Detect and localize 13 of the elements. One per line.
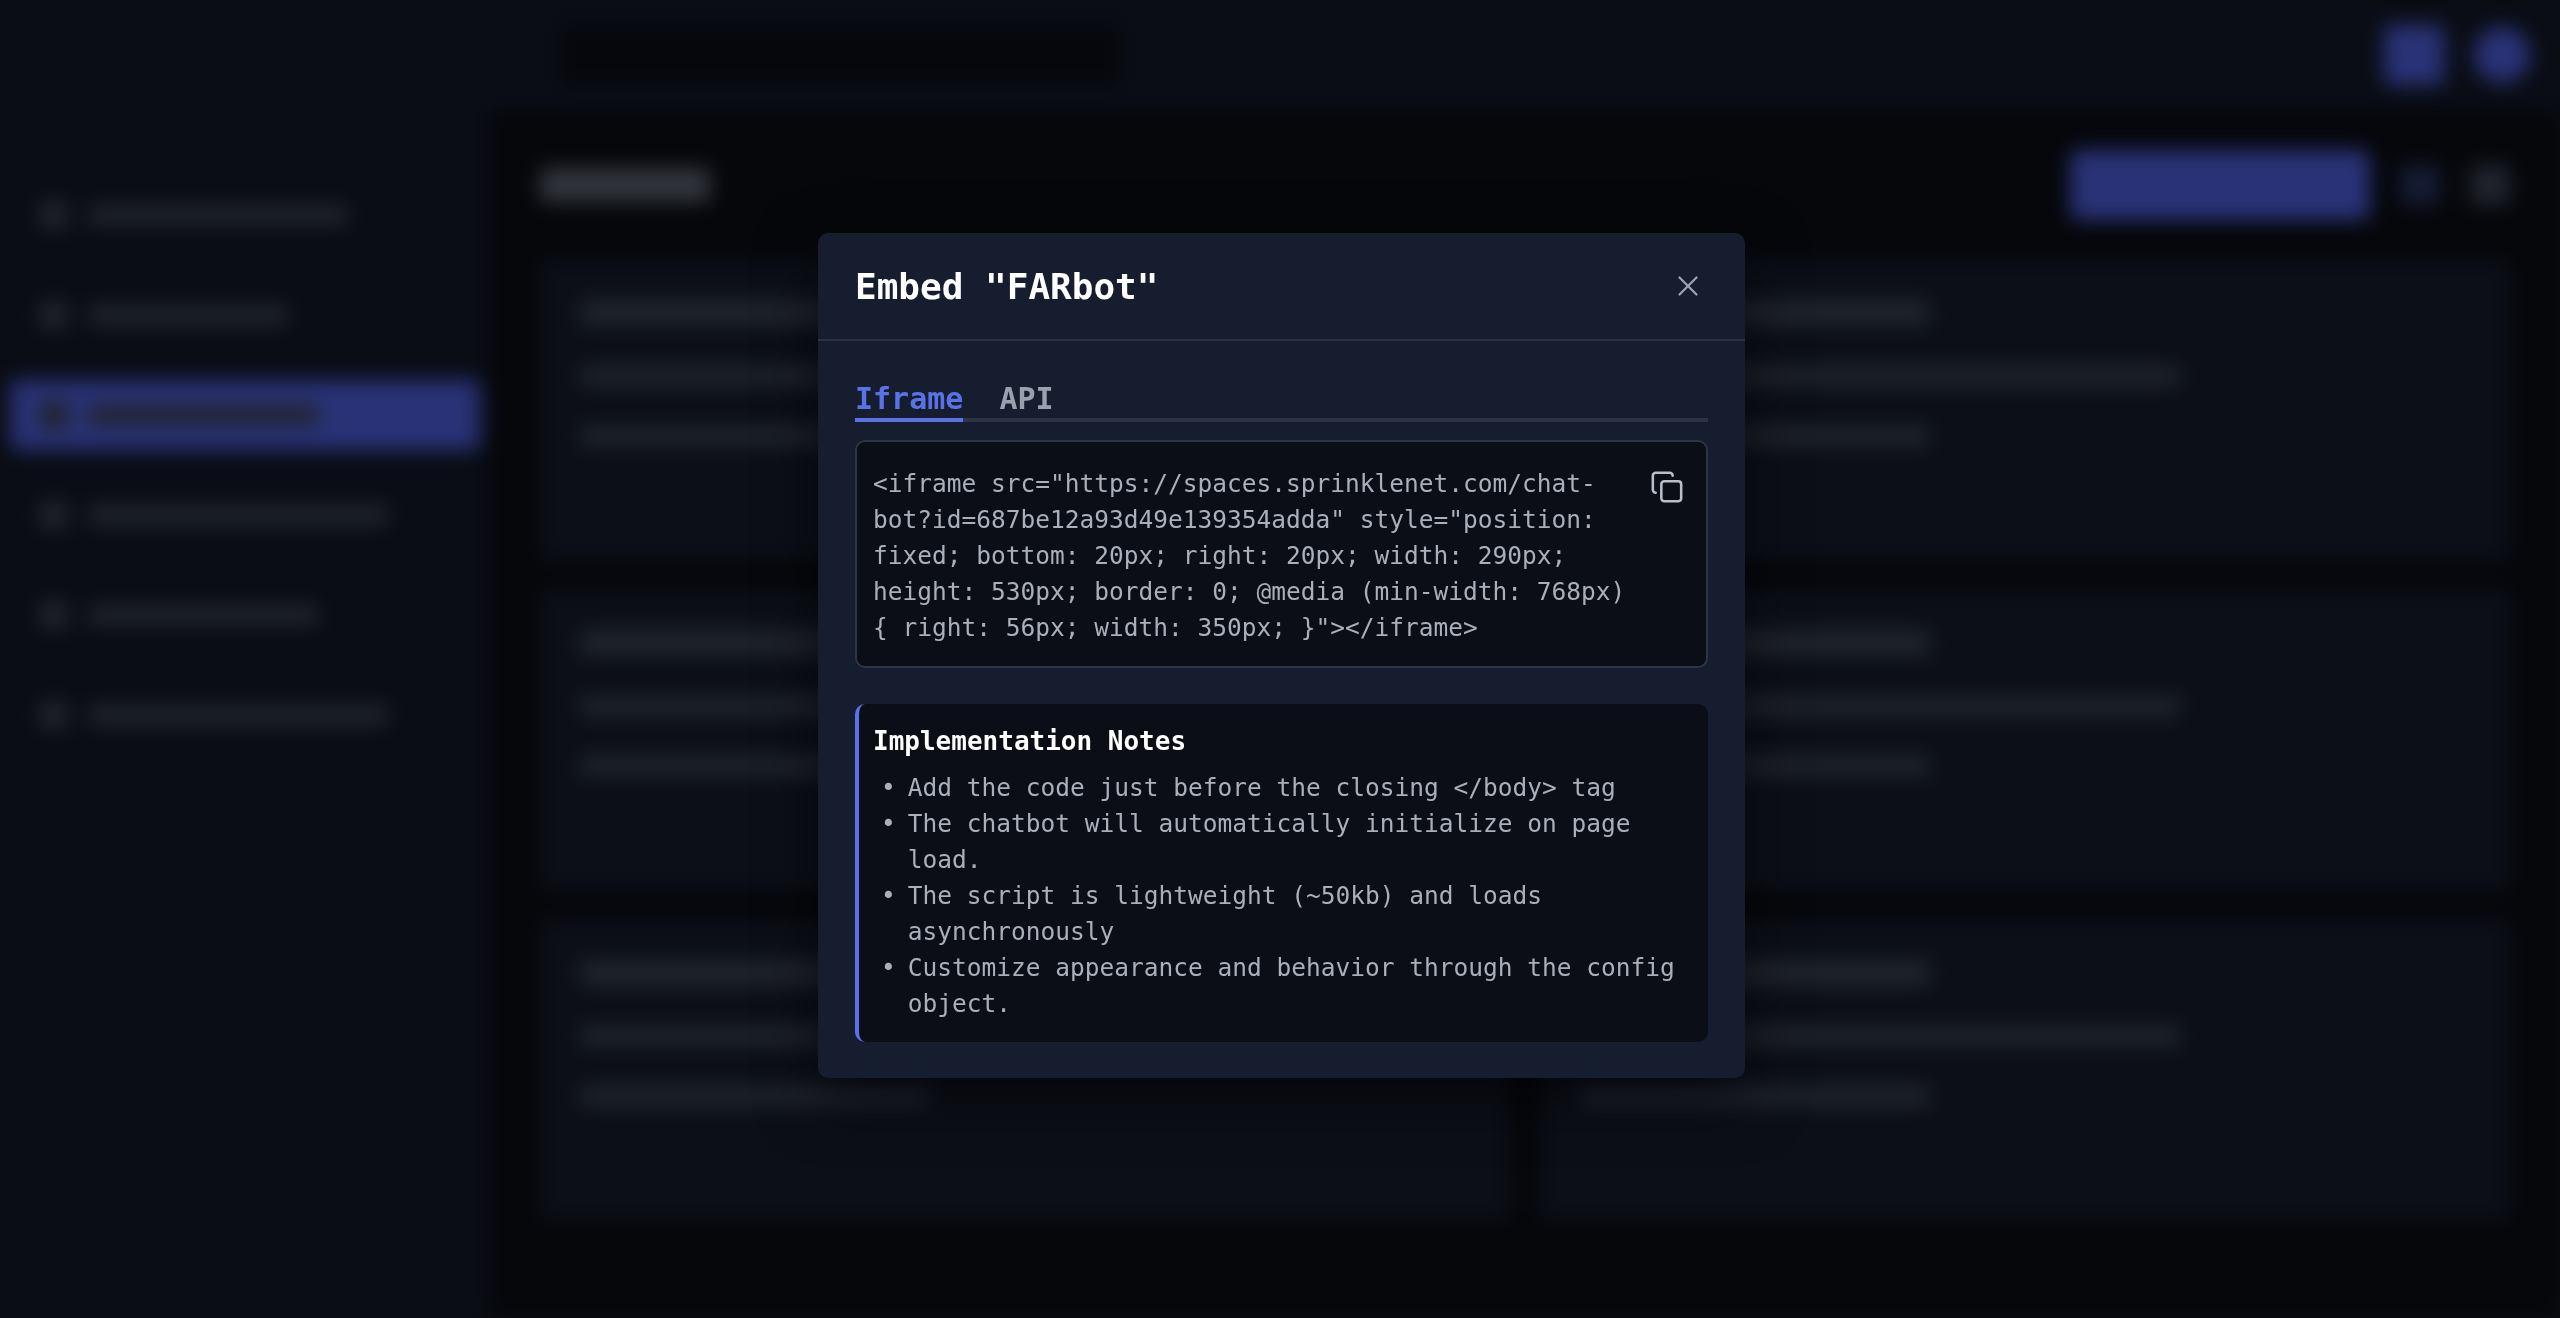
note-item: The chatbot will automatically initialize on page load. bbox=[907, 808, 1632, 876]
code-block: <iframe src="https://spaces.sprinklenet.com/chat-bot?id=687be12a93d49e139354adda" style="position: fixed; bottom: 20px; right: 20px; width: 290px; height: 530px; border: 0; @media (min-width: 768px) { right: 56px; width: 350px; }"></iframe> bbox=[855, 440, 1708, 668]
note-item: Add the code just before the closing </body> tag bbox=[907, 772, 1617, 804]
tab[interactable]: Iframe bbox=[855, 381, 964, 422]
tab[interactable]: API bbox=[999, 381, 1054, 422]
note-item: The script is lightweight (~50kb) and loads asynchronously bbox=[907, 880, 1544, 948]
bullet: • bbox=[881, 880, 896, 912]
dialog-title: Embed "FARbot" bbox=[855, 265, 1159, 307]
bullet: • bbox=[881, 772, 896, 804]
notes-title: Implementation Notes bbox=[873, 726, 1188, 756]
bullet: • bbox=[881, 808, 896, 840]
bullet: • bbox=[881, 952, 896, 984]
note-item: Customize appearance and behavior through the config object. bbox=[907, 952, 1676, 1020]
